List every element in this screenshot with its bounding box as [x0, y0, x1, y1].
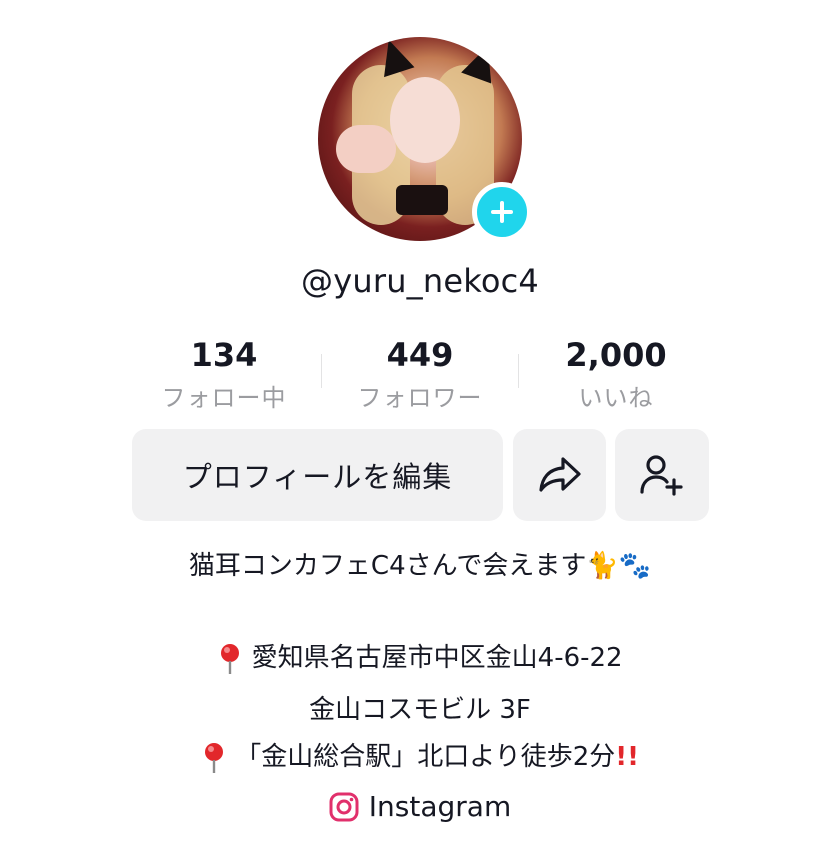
- bio-address: 愛知県名古屋市中区金山4-6-22: [251, 643, 623, 673]
- plus-icon: [491, 201, 513, 223]
- stat-likes-label: いいね: [578, 384, 654, 412]
- instagram-icon: [329, 792, 359, 821]
- bio-access-line: 「金山総合駅」北口より徒歩2分!!: [0, 736, 840, 774]
- stat-likes[interactable]: 2,000 いいね: [516, 336, 716, 413]
- share-arrow-icon: [538, 457, 581, 492]
- bio-access: 「金山総合駅」北口より徒歩2分: [235, 742, 616, 772]
- edit-profile-button[interactable]: プロフィールを編集: [132, 429, 503, 521]
- instagram-label: Instagram: [368, 790, 512, 823]
- stat-following-count: 134: [190, 336, 258, 374]
- stat-following[interactable]: 134 フォロー中: [124, 336, 324, 413]
- username: @yuru_nekoc4: [301, 262, 539, 300]
- instagram-link[interactable]: Instagram: [0, 790, 840, 823]
- stat-following-label: フォロー中: [161, 384, 287, 412]
- avatar-add-button[interactable]: [472, 182, 532, 242]
- avatar-hand: [336, 125, 396, 173]
- stat-followers[interactable]: 449 フォロワー: [320, 336, 520, 413]
- avatar-face: [390, 77, 460, 163]
- add-user-icon: [640, 455, 683, 496]
- share-profile-button[interactable]: [513, 429, 606, 521]
- avatar-container[interactable]: [318, 37, 532, 242]
- stat-likes-count: 2,000: [565, 336, 667, 374]
- pushpin-icon: [221, 643, 240, 674]
- stat-followers-label: フォロワー: [357, 384, 483, 412]
- stat-followers-count: 449: [386, 336, 454, 374]
- profile-page: @yuru_nekoc4 134 フォロー中 449 フォロワー 2,000 い…: [0, 0, 840, 851]
- add-friend-button[interactable]: [615, 429, 709, 521]
- bio-address-line: 愛知県名古屋市中区金山4-6-22: [0, 637, 840, 675]
- bio-line: 猫耳コンカフェC4さんで会えます🐈🐾: [188, 551, 652, 581]
- bio-building: 金山コスモビル 3F: [309, 695, 531, 725]
- double-exclamation-icon: !!: [615, 742, 639, 772]
- avatar-bow: [396, 185, 448, 215]
- pushpin-icon: [204, 742, 223, 773]
